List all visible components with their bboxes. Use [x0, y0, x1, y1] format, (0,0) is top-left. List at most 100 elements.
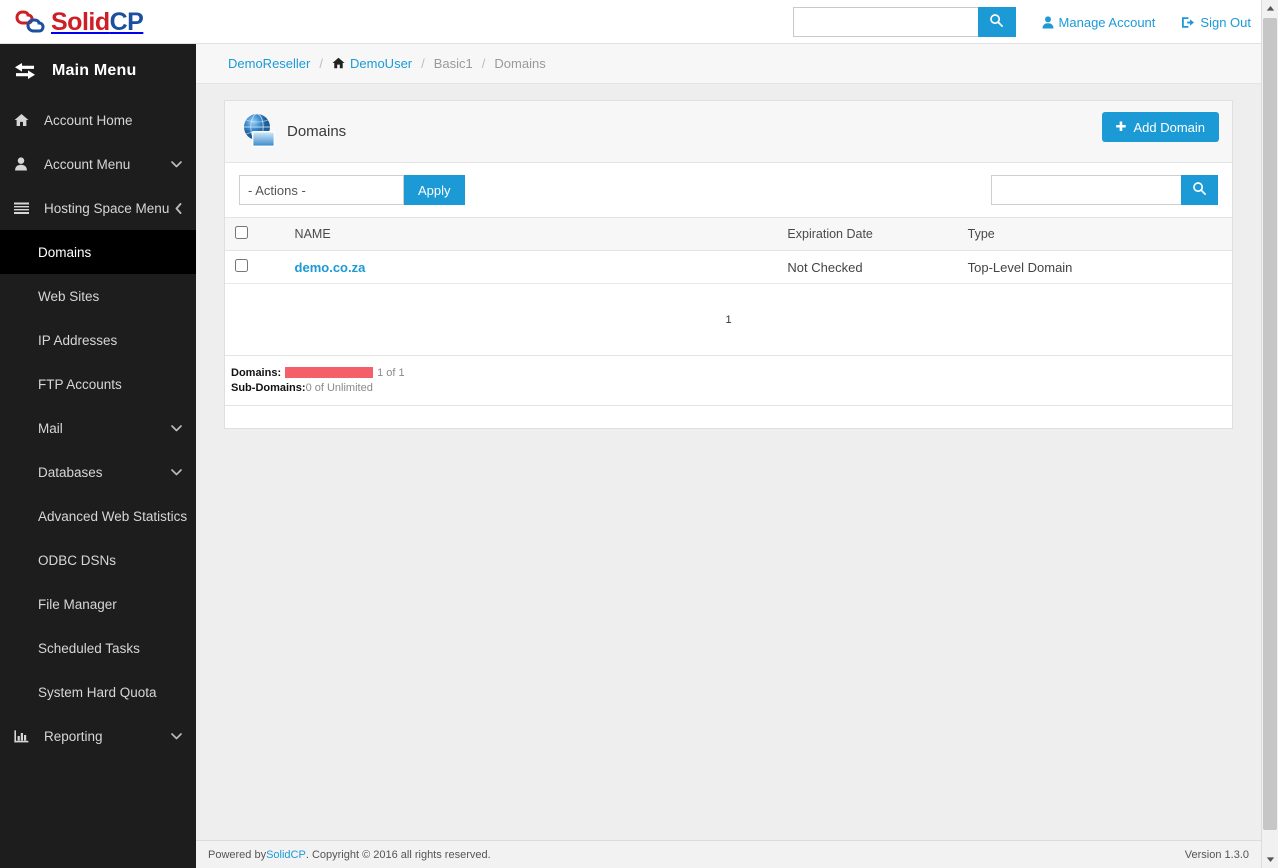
sidebar-item-label: Account Home — [44, 112, 133, 128]
sidebar-item-account-menu[interactable]: Account Menu — [0, 142, 196, 186]
chevron-left-icon[interactable] — [175, 202, 182, 214]
domain-type-cell: Top-Level Domain — [961, 250, 1232, 284]
breadcrumb-item-demoreseller[interactable]: DemoReseller — [228, 56, 310, 71]
sidebar-item-label: ODBC DSNs — [38, 552, 117, 568]
sidebar-item-label: Account Menu — [44, 156, 131, 172]
grid-search-group — [991, 175, 1218, 205]
sidebar-item-ip-addresses[interactable]: IP Addresses — [0, 318, 196, 362]
chevron-down-icon[interactable] — [171, 160, 182, 168]
scrollbar-thumb[interactable] — [1263, 18, 1277, 830]
sidebar-item-label: Domains — [38, 244, 92, 260]
globe-window-icon — [239, 111, 281, 153]
sidebar-item-databases[interactable]: Databases — [0, 450, 196, 494]
chevron-down-icon[interactable] — [171, 732, 182, 740]
chevron-down-icon[interactable] — [171, 468, 182, 476]
home-icon — [14, 113, 36, 127]
apply-button[interactable]: Apply — [404, 175, 465, 205]
domain-name-link[interactable]: demo.co.za — [295, 260, 366, 275]
scrollbar-down-arrow-icon[interactable] — [1262, 851, 1278, 868]
domains-table: NAME Expiration Date Type demo.co.za Not … — [225, 217, 1232, 284]
plus-icon: ✚ — [1115, 119, 1127, 134]
quota-value: 1 of 1 — [377, 366, 405, 379]
sidebar-item-file-manager[interactable]: File Manager — [0, 582, 196, 626]
sidebar-item-domains[interactable]: Domains — [0, 230, 196, 274]
manage-account-link[interactable]: Manage Account — [1042, 14, 1156, 30]
sign-out-link[interactable]: Sign Out — [1181, 15, 1251, 30]
breadcrumb-label: DemoUser — [350, 56, 413, 71]
sidebar-item-web-sites[interactable]: Web Sites — [0, 274, 196, 318]
breadcrumb-separator: / — [481, 56, 486, 71]
sidebar-item-label: FTP Accounts — [38, 376, 122, 392]
scrollbar-up-arrow-icon[interactable] — [1262, 0, 1278, 17]
sidebar-items-list: Account Home Account Menu Hosting Space Me… — [0, 98, 196, 758]
quota-row: Sub-Domains: 0 of Unlimited — [231, 380, 1226, 395]
browser-viewport: SolidCP Manage Account Sign Out Main Men… — [0, 0, 1261, 868]
row-select-cell — [225, 250, 275, 284]
breadcrumb-separator: / — [421, 56, 425, 71]
sidebar-item-hosting-space-menu[interactable]: Hosting Space Menu — [0, 186, 196, 230]
select-all-checkbox[interactable] — [235, 226, 248, 239]
footer-version: Version 1.3.0 — [1184, 848, 1249, 861]
sidebar-item-mail[interactable]: Mail — [0, 406, 196, 450]
column-header-type: Type — [961, 217, 1232, 251]
select-all-header — [225, 217, 275, 251]
footer-copyright: . Copyright © 2016 all rights reserved. — [305, 848, 491, 861]
chart-bar-icon — [14, 729, 36, 743]
sidebar-item-label: Hosting Space Menu — [44, 200, 170, 216]
header-search-input[interactable] — [792, 7, 978, 37]
footer-solidcp-link[interactable]: SolidCP — [266, 849, 306, 861]
column-header-name: NAME — [274, 217, 782, 251]
solidcp-logo[interactable]: SolidCP — [14, 5, 144, 39]
sidebar-item-advanced-web-statistics[interactable]: Advanced Web Statistics — [0, 494, 196, 538]
sidebar-item-reporting[interactable]: Reporting — [0, 714, 196, 758]
header-search-button[interactable] — [977, 7, 1016, 37]
sidebar-item-scheduled-tasks[interactable]: Scheduled Tasks — [0, 626, 196, 670]
panel-header: Domains ✚ Add Domain — [225, 101, 1232, 163]
quota-value: 0 of Unlimited — [305, 381, 373, 394]
breadcrumb-label: DemoReseller — [228, 56, 311, 71]
home-icon — [332, 57, 345, 69]
quota-label: Domains: — [231, 366, 282, 379]
add-domain-button[interactable]: ✚ Add Domain — [1101, 112, 1219, 142]
pagination: 1 — [225, 284, 1232, 356]
sidebar-item-ftp-accounts[interactable]: FTP Accounts — [0, 362, 196, 406]
quota-label: Sub-Domains: — [231, 381, 306, 394]
top-header-bar: SolidCP Manage Account Sign Out — [0, 0, 1261, 44]
page-title: Domains — [287, 123, 347, 140]
table-row: demo.co.za Not Checked Top-Level Domain — [225, 250, 1232, 284]
add-domain-label: Add Domain — [1133, 119, 1205, 135]
header-search-group — [792, 7, 1016, 37]
page-scrollbar[interactable] — [1261, 0, 1278, 868]
row-select-checkbox[interactable] — [235, 259, 248, 272]
solidcp-cloud-logo-icon — [14, 7, 48, 37]
grid-search-input[interactable] — [991, 175, 1181, 205]
sidebar-item-label: Mail — [38, 420, 63, 436]
user-icon — [1042, 15, 1054, 29]
breadcrumb-item-basic1: Basic1 — [434, 56, 473, 71]
sidebar-item-system-hard-quota[interactable]: System Hard Quota — [0, 670, 196, 714]
search-icon — [989, 13, 1004, 31]
sidebar-navigation: Main Menu Account Home Account Menu Hostin… — [0, 44, 196, 868]
sidebar-item-label: Advanced Web Statistics — [38, 508, 188, 524]
breadcrumb: DemoReseller / DemoUser / Basic1 / Domains — [196, 44, 1261, 84]
grid-search-button[interactable] — [1181, 175, 1218, 205]
quota-row: Domains: 1 of 1 — [231, 365, 1226, 380]
sidebar-item-odbc-dsns[interactable]: ODBC DSNs — [0, 538, 196, 582]
logo-text-cp: CP — [109, 7, 144, 36]
breadcrumb-item-demouser[interactable]: DemoUser — [332, 56, 412, 71]
sign-out-label: Sign Out — [1200, 14, 1251, 30]
sidebar-item-account-home[interactable]: Account Home — [0, 98, 196, 142]
main-content-area: DemoReseller / DemoUser / Basic1 / Domains — [196, 44, 1261, 868]
breadcrumb-label: Basic1 — [433, 56, 473, 71]
panel-footer-spacer — [225, 406, 1232, 428]
chevron-down-icon[interactable] — [171, 424, 182, 432]
sidebar-title: Main Menu — [52, 62, 137, 79]
list-icon — [14, 202, 36, 215]
pagination-current-page[interactable]: 1 — [725, 314, 731, 326]
sidebar-item-label: File Manager — [38, 596, 117, 612]
header-right-group: Manage Account Sign Out — [792, 7, 1251, 37]
quota-progress-bar — [285, 367, 374, 378]
table-header-row: NAME Expiration Date Type — [225, 217, 1232, 251]
manage-account-label: Manage Account — [1058, 14, 1156, 30]
actions-dropdown[interactable]: - Actions - — [239, 175, 404, 205]
